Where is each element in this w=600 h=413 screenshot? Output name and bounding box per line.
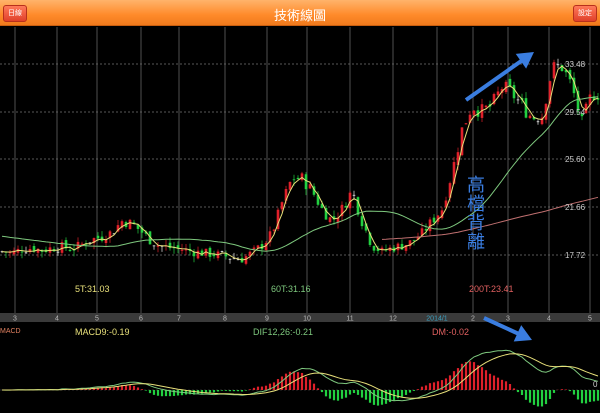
- candle-body: [212, 254, 216, 257]
- candle-body: [304, 174, 308, 190]
- candle-body: [516, 99, 520, 101]
- candle-body: [484, 105, 488, 108]
- candle-body: [228, 258, 232, 260]
- x-tick-label: 11: [346, 316, 353, 323]
- x-axis-bar: [0, 313, 600, 322]
- candle-body: [328, 217, 332, 223]
- dif-line: [1, 349, 599, 402]
- candle-body: [296, 177, 300, 180]
- candle-body: [208, 247, 212, 257]
- x-tick-label: 4: [547, 316, 551, 323]
- x-tick-label: 2: [471, 316, 475, 323]
- ma200-legend: 200T:23.41: [469, 284, 514, 294]
- candle-body: [68, 249, 72, 252]
- y-tick-label: 17.72: [565, 251, 586, 260]
- candle-body: [432, 217, 436, 223]
- candle-body: [356, 197, 360, 215]
- candle-body: [56, 251, 60, 253]
- ma60-line: [1, 96, 599, 252]
- candle-body: [24, 252, 28, 254]
- x-tick-label: 10: [303, 316, 311, 323]
- annotation-char: 高: [467, 175, 485, 195]
- candle-body: [196, 250, 200, 259]
- candle-body: [352, 194, 356, 196]
- page-title: 技術線圖: [273, 8, 326, 23]
- x-tick-label: 5: [588, 316, 592, 323]
- annotation-char: 檔: [467, 194, 485, 214]
- candle-body: [152, 245, 156, 247]
- candle-body: [360, 216, 364, 227]
- candle-body: [220, 251, 224, 252]
- x-tick-label: 8: [223, 316, 227, 323]
- ma60-legend: 60T:31.16: [271, 284, 311, 294]
- x-tick-label: 3: [13, 316, 17, 323]
- candle-body: [528, 115, 532, 119]
- candle-body: [280, 202, 284, 210]
- candle-body: [396, 243, 400, 251]
- candle-body: [512, 85, 516, 99]
- y-tick-label: 21.66: [565, 203, 586, 212]
- annotation-char: 離: [467, 232, 485, 252]
- macd-title: MACD: [0, 328, 21, 335]
- macd-zero-label: 0: [593, 380, 598, 389]
- candle-body: [556, 64, 560, 66]
- x-tick-label: 9: [265, 316, 269, 323]
- candle-body: [272, 229, 276, 231]
- candle-body: [464, 123, 468, 125]
- x-tick-label: 3: [506, 316, 510, 323]
- annotation-char: 背: [467, 213, 485, 233]
- candle-body: [552, 62, 556, 79]
- candle-body: [128, 219, 132, 230]
- y-tick-label: 25.60: [565, 155, 586, 164]
- y-tick-label: 33.48: [565, 60, 586, 69]
- candle-body: [496, 91, 500, 96]
- candle-body: [20, 251, 24, 253]
- ma5-legend: 5T:31.03: [75, 284, 110, 294]
- candle-body: [104, 240, 108, 244]
- settings-button[interactable]: 設定: [573, 5, 597, 22]
- candle-body: [96, 235, 100, 239]
- candle-body: [180, 249, 184, 251]
- x-tick-label: 2014/1: [426, 316, 448, 323]
- header-bar: 日線 技術線圖 設定: [0, 0, 600, 26]
- x-tick-label: 7: [177, 316, 181, 323]
- x-tick-label: 12: [389, 316, 397, 323]
- candle-body: [372, 246, 376, 251]
- dm-legend: DM:-0.02: [432, 327, 470, 337]
- candle-body: [300, 173, 304, 181]
- macd-line: [2, 353, 599, 399]
- ma5-line: [1, 65, 599, 261]
- x-tick-label: 6: [139, 316, 143, 323]
- candle-body: [412, 239, 416, 241]
- stock-chart[interactable]: 3 4 5 6 7 8 9 10 11 12 2014/1 2 3 4 5 33.48 29.54 25.60 21…: [0, 27, 600, 413]
- candle-body: [524, 98, 528, 118]
- candle-body: [292, 179, 296, 181]
- up-arrow-icon-head: [515, 52, 534, 69]
- candle-body: [252, 247, 256, 250]
- macd9-legend: MACD9:-0.19: [75, 327, 130, 337]
- x-tick-label: 5: [95, 316, 99, 323]
- candle-body: [472, 110, 476, 115]
- x-tick-label: 4: [55, 316, 59, 323]
- y-tick-label: 29.54: [565, 108, 586, 117]
- dif-legend: DIF12,26:-0.21: [253, 327, 314, 337]
- annotation-text: 高 檔 背 離: [466, 176, 486, 252]
- candle-body: [536, 121, 540, 123]
